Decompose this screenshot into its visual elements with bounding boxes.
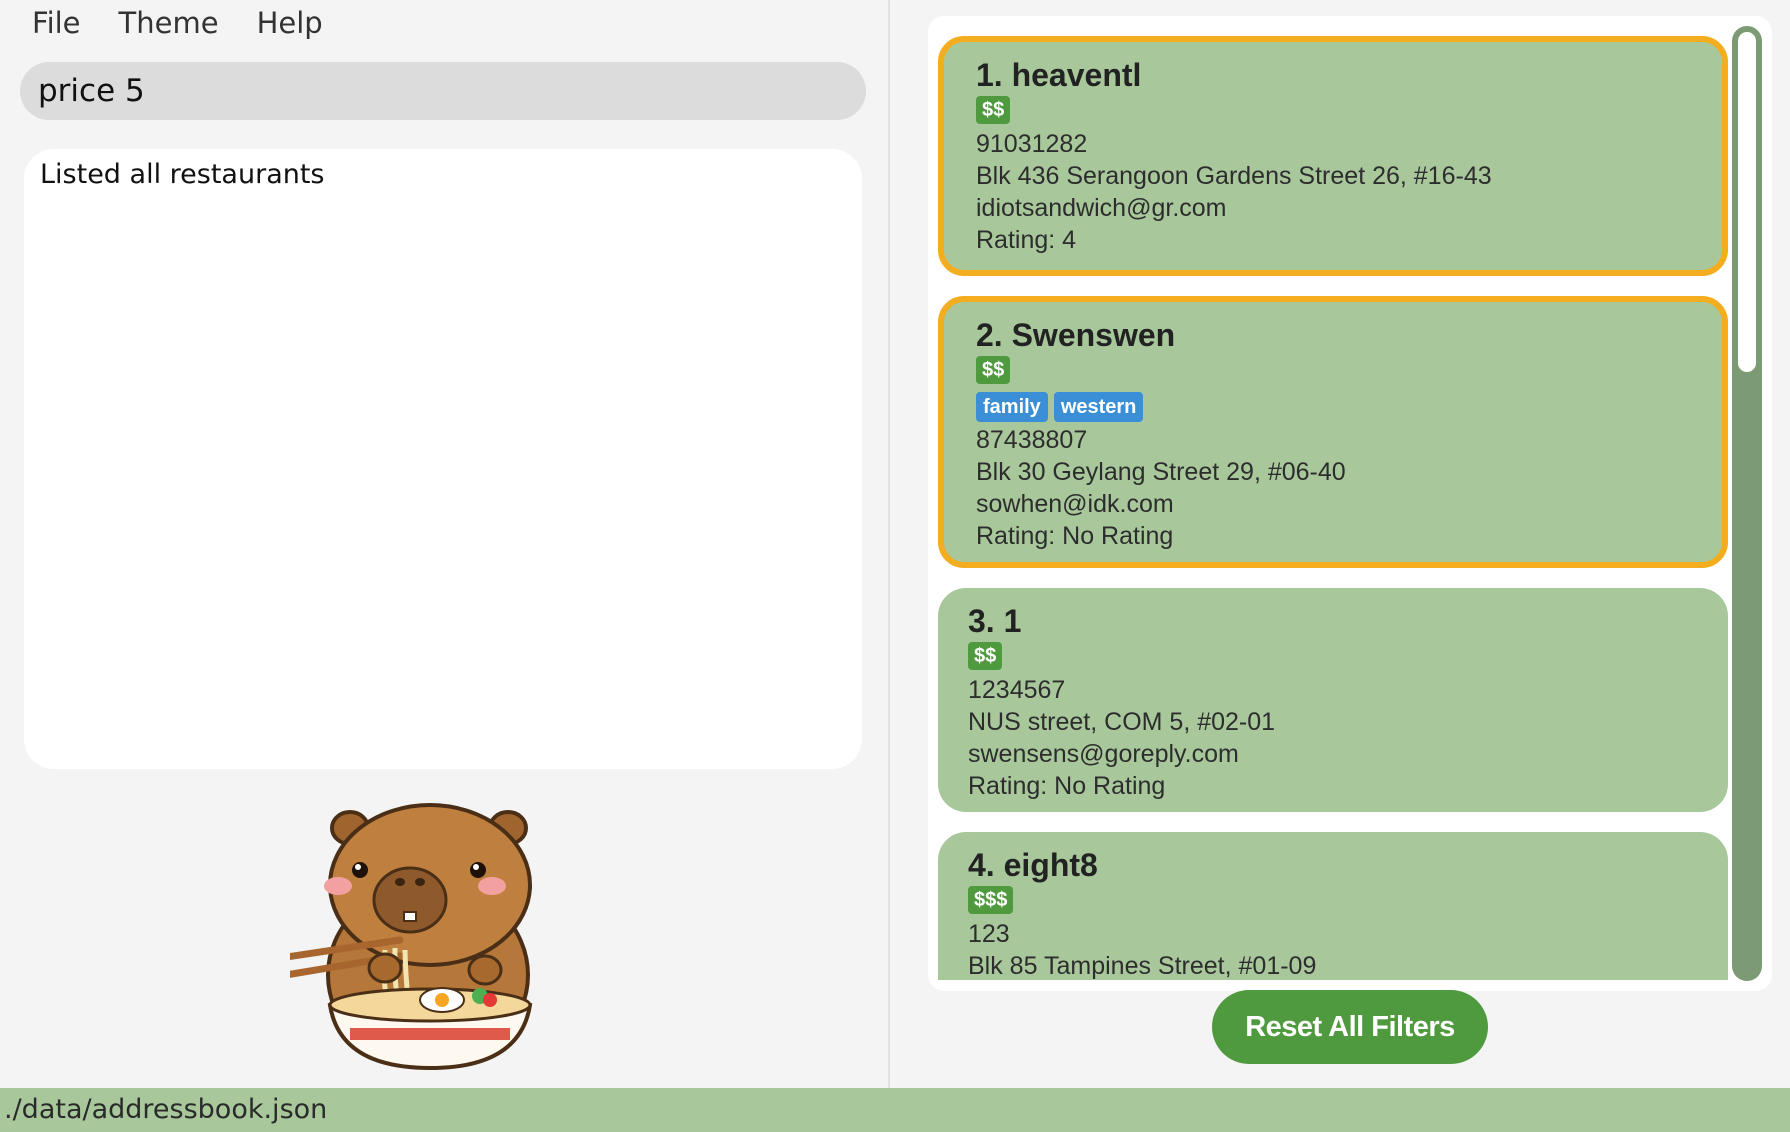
menu-theme[interactable]: Theme <box>119 6 219 40</box>
tag-chip: western <box>1053 392 1144 422</box>
restaurant-rating: Rating: No Rating <box>976 522 1174 550</box>
restaurant-name: 4. eight8 <box>968 847 1098 883</box>
scrollbar-thumb[interactable] <box>1738 32 1756 372</box>
restaurant-email: idiotsandwich@gr.com <box>976 194 1227 222</box>
restaurant-name: 2. Swenswen <box>976 317 1176 353</box>
command-box[interactable] <box>20 62 866 120</box>
menu-help[interactable]: Help <box>257 6 323 40</box>
restaurant-rating: Rating: 4 <box>976 226 1077 254</box>
restaurant-phone: 123 <box>968 920 1010 948</box>
tag-list: family western <box>976 392 1722 424</box>
data-file-path: ./data/addressbook.json <box>4 1094 328 1125</box>
restaurant-email: swensens@goreply.com <box>968 740 1239 768</box>
restaurant-email: sowhen@idk.com <box>976 490 1174 518</box>
result-display: Listed all restaurants <box>24 149 862 769</box>
restaurant-phone: 91031282 <box>976 130 1088 158</box>
result-message: Listed all restaurants <box>40 159 325 190</box>
menu-file[interactable]: File <box>32 6 81 40</box>
menu-bar: File Theme Help <box>0 0 888 46</box>
restaurant-name: 1. heaventl <box>976 57 1142 93</box>
price-tag: $$$ <box>968 886 1014 914</box>
restaurant-address: NUS street, COM 5, #02-01 <box>968 708 1276 736</box>
restaurant-name: 3. 1 <box>968 603 1022 639</box>
restaurant-list[interactable]: 1. heaventl $$ 91031282 Blk 436 Serangoo… <box>928 16 1772 991</box>
price-tag: $$ <box>976 96 1011 124</box>
status-bar: ./data/addressbook.json <box>0 1088 1790 1132</box>
restaurant-phone: 87438807 <box>976 426 1088 454</box>
list-scrollbar[interactable] <box>1732 26 1762 981</box>
reset-all-filters-button[interactable]: Reset All Filters <box>1212 990 1488 1064</box>
restaurant-card-2[interactable]: 2. Swenswen $$ family western 87438807 Bl… <box>938 296 1728 568</box>
restaurant-card-4[interactable]: 4. eight8 $$$ 123 Blk 85 Tampines Street… <box>938 832 1728 980</box>
restaurant-address: Blk 436 Serangoon Gardens Street 26, #16… <box>976 162 1492 190</box>
restaurant-address: Blk 30 Geylang Street 29, #06-40 <box>976 458 1346 486</box>
price-tag: $$ <box>968 642 1003 670</box>
restaurant-list-viewport: 1. heaventl $$ 91031282 Blk 436 Serangoo… <box>928 16 1728 980</box>
command-input[interactable] <box>38 73 838 109</box>
left-pane: File Theme Help Listed all restaurants <box>0 0 888 1088</box>
restaurant-card-3[interactable]: 3. 1 $$ 1234567 NUS street, COM 5, #02-0… <box>938 588 1728 812</box>
restaurant-rating: Rating: No Rating <box>968 772 1166 800</box>
capybara-mascot-image <box>290 803 533 1071</box>
restaurant-card-1[interactable]: 1. heaventl $$ 91031282 Blk 436 Serangoo… <box>938 36 1728 276</box>
price-tag: $$ <box>976 356 1011 384</box>
restaurant-address: Blk 85 Tampines Street, #01-09 <box>968 952 1317 980</box>
restaurant-phone: 1234567 <box>968 676 1066 704</box>
tag-chip: family <box>976 392 1048 422</box>
right-pane: 1. heaventl $$ 91031282 Blk 436 Serangoo… <box>890 0 1790 1088</box>
